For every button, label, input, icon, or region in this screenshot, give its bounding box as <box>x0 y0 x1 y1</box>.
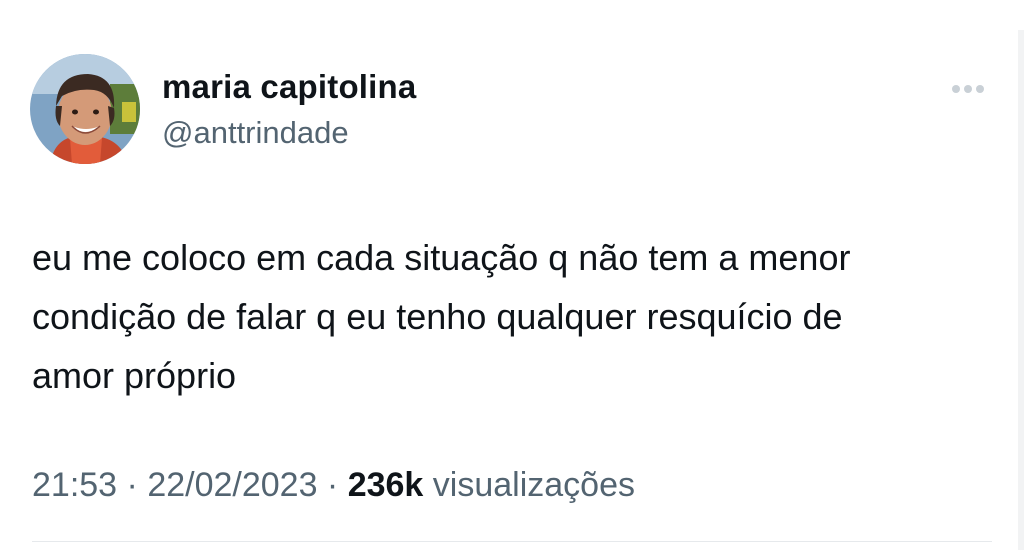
scrollbar-track <box>1018 30 1024 550</box>
more-horizontal-icon-dot <box>964 85 972 93</box>
author-handle[interactable]: @anttrindade <box>162 115 349 151</box>
more-horizontal-icon-dot <box>976 85 984 93</box>
tweet-date[interactable]: 22/02/2023 <box>147 466 317 504</box>
views-label[interactable]: visualizações <box>423 466 635 504</box>
tweet-time[interactable]: 21:53 <box>32 466 117 504</box>
more-horizontal-icon <box>952 85 960 93</box>
tweet-text-line: amor próprio <box>32 355 237 396</box>
avatar[interactable] <box>30 54 140 164</box>
tweet-text-line: condição de falar q eu tenho qualquer re… <box>32 296 843 337</box>
tweet-text-line: eu me coloco em cada situação q não tem … <box>32 237 851 278</box>
tweet-card: maria capitolina @anttrindade eu me colo… <box>0 0 1024 550</box>
divider <box>32 541 992 542</box>
views-count[interactable]: 236k <box>348 466 424 504</box>
tweet-text: eu me coloco em cada situação q não tem … <box>32 228 992 405</box>
tweet-meta: 21:53 · 22/02/2023 · 236k visualizações <box>32 466 635 505</box>
more-options-button[interactable] <box>944 74 992 104</box>
profile-photo-icon <box>30 54 140 164</box>
author-display-name[interactable]: maria capitolina <box>162 68 416 106</box>
meta-separator: · <box>317 466 348 504</box>
meta-separator: · <box>117 466 148 504</box>
